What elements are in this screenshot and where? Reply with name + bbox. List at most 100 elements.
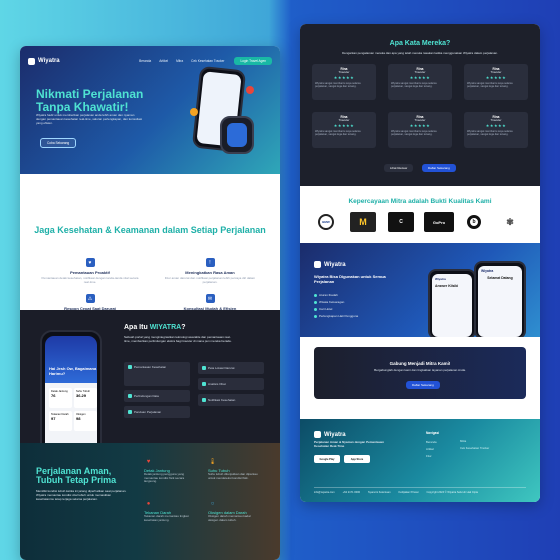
chat-icon: ✉ [205,294,215,303]
vital-desc: Detak jantung pengguna yang memantau kon… [144,472,185,484]
google-play-button[interactable]: Google Play [314,455,340,463]
about-card: Panduan Perjalanan [124,406,190,418]
footer-copyright: Copyright 2024 © Wiyatra Seluruh Hak Cip… [426,491,478,494]
phone-greeting: Hai Jesh Ow, Bagaimana Harimu? [49,366,97,376]
health-title: Perjalanan Aman, Tubuh Tetap Prima [36,466,117,486]
footer-bottom-bar: info@wiyatra.com +62 2171 0000 Syarat & … [314,487,526,494]
footer-terms-link[interactable]: Syarat & Ketentuan [368,491,391,494]
about-card: Pemantauan Kesehatan [124,362,190,386]
feature-card: ♥ Pemantauan Proaktif Pemantauan detak k… [40,258,140,285]
about-card: Peta Lokasi Darurat [198,362,264,374]
feature-title: Pemantauan Proaktif [70,270,110,275]
reviews-title: Apa Kata Mereka? [389,40,451,47]
health-section: Perjalanan Aman, Tubuh Tetap Prima Memil… [20,443,280,560]
alert-icon: ⚠ [85,294,95,303]
feature-title: Meningkatkan Rasa Aman [185,270,235,275]
brand-logo[interactable]: Wiyatra [28,57,60,65]
see-reviews-button[interactable]: Lihat Review [384,164,414,172]
list-item: Perlengkapan Hati Pengguna [314,314,358,318]
top-nav: Wiyatra Beranda Artikel Mitra Cek Keseha… [28,56,272,66]
footer-link[interactable]: Cek Kesehatan Tracker [460,446,489,450]
footer-link[interactable]: Fitur [426,454,439,458]
app-section: Wiyatra Wiyatra Bisa Digunakan untuk Sem… [300,243,540,339]
hero-cta-button[interactable]: Coba Sekarang [40,138,77,148]
about-card: Notifikasi Kesehatan [198,394,264,406]
rating-stars-icon: ★★★★★ [409,122,431,128]
vital-card: ♥ Detak Jantung Detak jantung pengguna y… [144,457,198,484]
feature-desc: Fitur aman darurat dan notifikasi perjal… [164,276,256,284]
heart-badge-icon [246,86,254,94]
app-phone-image: Wiyatra Answer Kilsiki [428,269,476,339]
o2-icon: ○ [210,500,215,507]
review-card: Rina Traveler ★★★★★ Wiyatra sangat membantu… [312,64,376,100]
vital-desc: Oksigen darah memantau kadar oksigen dal… [208,514,251,522]
footer-link[interactable]: Beranda [426,440,439,444]
app-title: Wiyatra Bisa Digunakan untuk Semua Perja… [314,274,386,284]
nav-link-tracker[interactable]: Cek Kesehatan Tracker [191,59,224,63]
rating-stars-icon: ★★★★★ [485,122,507,128]
footer-nav-col: Mitra Cek Kesehatan Tracker [460,439,489,453]
mcdonalds-logo-icon: M [350,212,376,232]
feature-desc: Pemantauan detak kesehatan, notifikasi d… [41,276,139,284]
shield-icon: ! [205,258,215,267]
leaf-logo-icon: ✾ [506,216,514,227]
nav-link-mitra[interactable]: Mitra [176,59,183,63]
footer-nav-title: Navigasi [426,431,440,435]
beats-logo-icon: b [464,212,484,232]
metric-card: Detak Jantung 76 [49,388,72,408]
review-card: Rina Traveler ★★★★★ Wiyatra sangat membantu… [464,112,528,148]
about-description: Sebuah portal yang mengintegrasikan tekn… [124,335,232,343]
c-logo-icon: C [388,212,414,232]
logo-mark-icon [314,431,321,438]
login-agent-button[interactable]: Login Travel Agen [234,57,272,65]
drop-icon: ● [146,500,151,507]
about-card: Perlindungan Data [124,390,190,402]
vital-card: ● Tekanan Darah Tekanan darah memantau t… [144,499,198,522]
partner-register-button[interactable]: Daftar Sekarang [406,381,440,389]
app-phone-image: Wiyatra Selamat Datang [474,261,526,339]
nav-link-beranda[interactable]: Beranda [139,59,151,63]
hero-title: Nikmati Perjalanan Tanpa Khawatir! [36,87,144,114]
reviews-subtitle: Dengarkan pengalaman mereka dan apa yang… [342,51,498,55]
hero-description: Wiyatra hadir untuk memberikan perjalana… [36,113,143,125]
rating-stars-icon: ★★★★★ [409,74,431,80]
footer-privacy-link[interactable]: Kebijakan Privasi [399,491,419,494]
safety-section: Jaga Kesehatan & Keamanan dalam Setiap P… [20,174,280,316]
hero-watch-image [220,116,254,154]
reviews-section: Apa Kata Mereka? Dengarkan pengalaman me… [300,24,540,186]
thermometer-icon: 🌡 [208,459,217,465]
footer-description: Perjalanan Aman & Nyaman dengan Pemantau… [314,440,384,448]
heart-icon: ♥ [85,258,95,267]
footer-brand-logo: Wiyatra [314,431,346,438]
partner-cta-title: Gabung Menjadi Mitra Kami! [389,361,451,366]
footer-phone[interactable]: +62 2171 0000 [343,491,360,494]
register-button[interactable]: Daftar Sekarang [422,164,456,172]
nav-links: Beranda Artikel Mitra Cek Kesehatan Trac… [139,59,224,63]
partner-cta-banner: Gabung Menjadi Mitra Kami! Bergabunglah … [314,347,526,399]
feature-card: ! Meningkatkan Rasa Aman Fitur aman daru… [160,258,260,285]
logo-mark-icon [28,57,35,65]
partners-title: Kepercayaan Mitra adalah Bukti Kualitas … [348,198,492,205]
footer: Wiyatra Perjalanan Aman & Nyaman dengan … [300,419,540,502]
safety-title: Jaga Kesehatan & Keamanan dalam Setiap P… [34,225,266,235]
vital-card: ○ Oksigen dalam Darah Oksigen darah mema… [208,499,262,522]
thermometer-badge-icon [190,108,198,116]
app-brand-logo: Wiyatra [314,261,346,268]
nav-link-artikel[interactable]: Artikel [159,59,168,63]
footer-link[interactable]: Artikel [426,447,439,451]
footer-link[interactable]: Mitra [460,439,489,443]
list-item: Aturan Ibadah [314,293,358,297]
review-card: Rina Traveler ★★★★★ Wiyatra sangat membantu… [388,112,452,148]
rating-stars-icon: ★★★★★ [333,74,355,80]
gopro-logo-icon: GoPro [424,212,454,232]
partner-cta-section: Gabung Menjadi Mitra Kami! Bergabunglah … [300,337,540,419]
rating-stars-icon: ★★★★★ [485,74,507,80]
app-store-button[interactable]: App Store [344,455,370,463]
review-card: Rina Traveler ★★★★★ Wiyatra sangat membantu… [388,64,452,100]
list-item: Wisata Keluaragan [314,300,358,304]
vital-desc: Suhu tubuh ditunjukkan dan dipantau untu… [208,472,258,480]
footer-email[interactable]: info@wiyatra.com [314,491,335,494]
app-feature-list: Aturan Ibadah Wisata Keluaragan Cari Hot… [314,293,358,321]
heart-icon: ♥ [146,458,151,465]
partners-section: Kepercayaan Mitra adalah Bukti Kualitas … [300,186,540,243]
